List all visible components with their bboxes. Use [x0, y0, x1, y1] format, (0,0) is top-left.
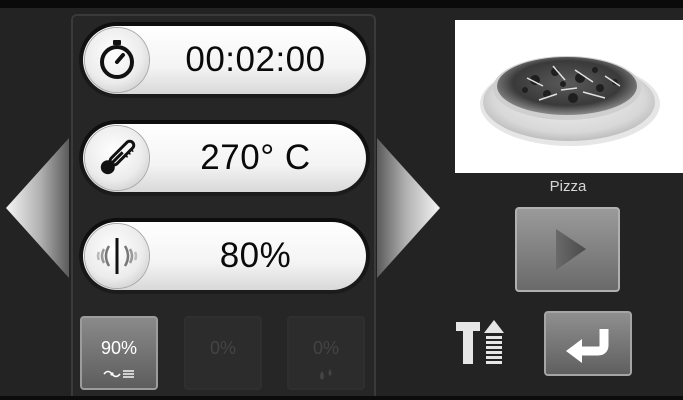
setting-tile-2-value: 0% [209, 338, 236, 358]
timer-icon [85, 28, 149, 92]
start-button[interactable] [515, 207, 620, 292]
next-arrow-button[interactable] [377, 138, 440, 278]
play-icon [556, 229, 586, 270]
thermometer-icon [85, 126, 149, 190]
steam-tile[interactable]: 0% [287, 316, 365, 390]
fan-speed-value: 90% [100, 338, 138, 358]
time-setting-row[interactable]: 00:02:00 [79, 22, 370, 98]
setting-tile-2[interactable]: 0% [184, 316, 262, 390]
time-pill: 00:02:00 [83, 26, 366, 94]
temperature-value: 270° C [200, 138, 311, 177]
steam-drops-icon [289, 368, 363, 382]
recipe-name-label: Pizza [549, 178, 587, 195]
temperature-up-icon[interactable] [454, 318, 510, 368]
fan-speed-tile[interactable]: 90% [80, 316, 158, 390]
fan-icon [82, 368, 156, 380]
temperature-pill: 270° C [83, 124, 366, 192]
time-value: 00:02:00 [185, 40, 326, 79]
steam-value: 0% [312, 338, 339, 358]
previous-arrow-button[interactable] [6, 138, 69, 278]
pizza-photo [455, 20, 683, 173]
power-pill: 80% [83, 222, 366, 290]
temperature-setting-row[interactable]: 270° C [79, 120, 370, 196]
oven-control-screen: 00:02:00 270° C 80% 90% 0% 0% Pizza [0, 0, 683, 400]
power-value: 80% [219, 236, 292, 275]
top-bezel [0, 0, 683, 8]
bottom-bezel [0, 396, 683, 400]
microwave-icon [85, 224, 149, 288]
return-arrow-icon [566, 329, 609, 363]
back-button[interactable] [544, 311, 632, 376]
power-setting-row[interactable]: 80% [79, 218, 370, 294]
